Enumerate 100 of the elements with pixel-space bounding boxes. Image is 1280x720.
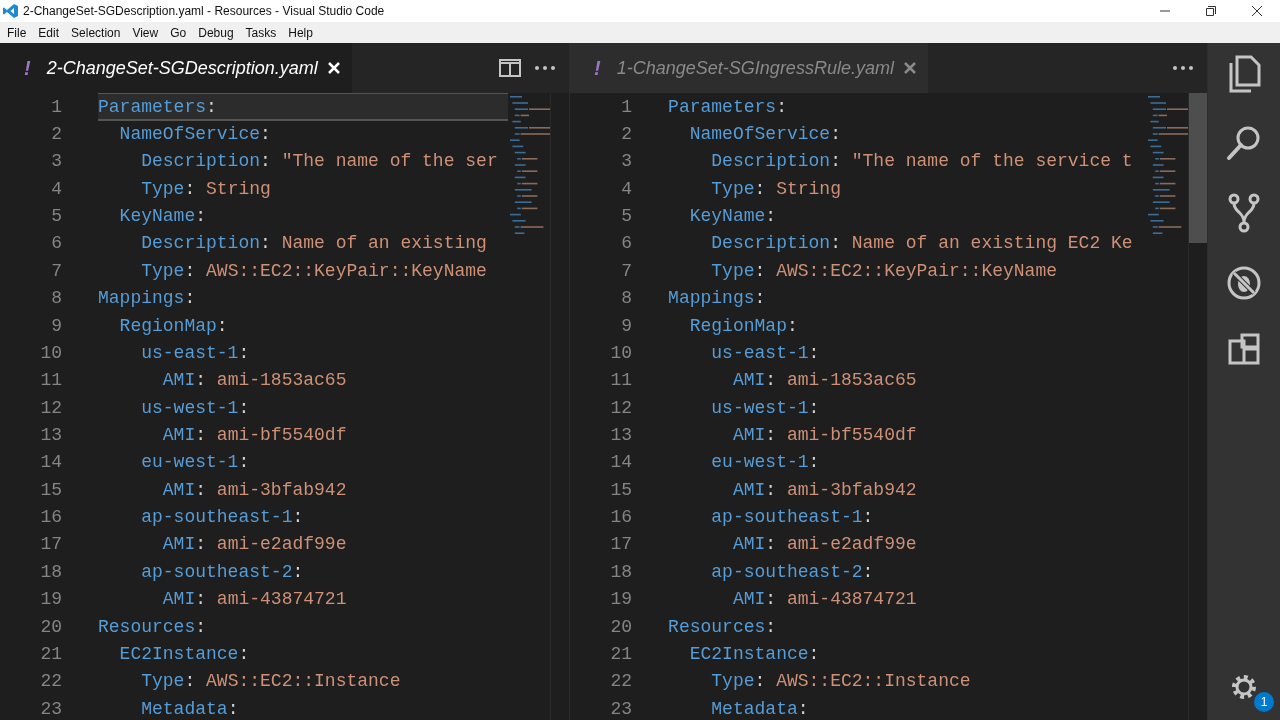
code-line: Type: AWS::EC2::Instance [140, 670, 402, 694]
code-line: Type: String [710, 177, 842, 201]
line-number: 8 [620, 288, 633, 309]
line-number: 11 [609, 370, 633, 391]
extensions-icon[interactable] [1228, 333, 1261, 365]
code-line: Type: AWS::EC2::KeyPair::KeyName [710, 259, 1058, 283]
code-line: Description: "The name of the ser [140, 150, 499, 174]
line-number: 23 [609, 698, 633, 719]
code-line: Type: String [140, 177, 272, 201]
code-line: RegionMap: [118, 314, 229, 338]
line-number: 19 [609, 589, 633, 610]
no-bug-icon[interactable] [1226, 265, 1263, 301]
code-line: ap-southeast-1: [710, 506, 875, 530]
code-line: eu-west-1: [140, 451, 251, 475]
editor-tab[interactable]: ! 1-ChangeSet-SGIngressRule.yaml [570, 43, 928, 93]
line-number: 5 [620, 206, 633, 227]
line-number: 20 [39, 616, 62, 637]
code-line: Metadata: [140, 697, 240, 720]
menu-item[interactable]: View [126, 22, 165, 43]
line-number: 7 [50, 260, 62, 281]
code-line: EC2Instance: [688, 642, 821, 666]
code-line: Resources: [98, 615, 208, 639]
code-line: eu-west-1: [710, 451, 821, 475]
menu-item[interactable]: Help [282, 22, 319, 43]
code-line: AMI: ami-bf5540df [731, 424, 918, 447]
line-number: 16 [609, 507, 633, 528]
code-line: Type: AWS::EC2::Instance [710, 670, 972, 694]
code-line: AMI: ami-1853ac65 [731, 369, 918, 393]
line-number: 18 [609, 561, 633, 582]
line-number: 13 [609, 425, 633, 445]
line-number: 6 [50, 233, 62, 254]
line-number: 10 [609, 342, 633, 363]
line-number: 17 [39, 534, 62, 555]
app-logo-icon [3, 3, 19, 19]
code-line: Description: Name of an existing [140, 232, 488, 256]
code-line: us-east-1: [140, 341, 251, 365]
line-number: 22 [39, 671, 62, 692]
code-line: Description: Name of an existing EC2 Ke [710, 232, 1134, 256]
code-line: NameOfService: [688, 123, 842, 147]
line-number: 16 [39, 507, 62, 528]
line-number: 4 [50, 178, 62, 199]
code-line: NameOfService: [118, 123, 272, 147]
code-line: AMI: ami-e2adf99e [731, 533, 918, 557]
code-line: us-west-1: [710, 396, 821, 420]
more-actions-icon[interactable] [535, 66, 556, 70]
line-number: 17 [609, 534, 633, 555]
code-line: AMI: ami-bf5540df [161, 424, 348, 447]
code-line: us-west-1: [140, 396, 251, 420]
code-line: Mappings: [98, 287, 197, 311]
scrollbar-thumb[interactable] [1189, 93, 1208, 243]
code-line: Description: "The name of the service t [710, 150, 1134, 174]
line-number: 7 [620, 260, 633, 281]
line-number: 13 [39, 425, 62, 445]
line-number: 5 [50, 206, 62, 227]
code-line: Type: AWS::EC2::KeyPair::KeyName [140, 259, 488, 283]
line-number: 2 [620, 124, 633, 145]
line-number: 15 [39, 479, 62, 500]
code-line: RegionMap: [688, 314, 799, 338]
split-editor-icon[interactable] [499, 59, 522, 77]
line-number: 15 [609, 479, 633, 500]
code-line: us-east-1: [710, 341, 821, 365]
code-line: AMI: ami-43874721 [731, 588, 918, 612]
code-line: EC2Instance: [118, 642, 251, 666]
line-number: 14 [609, 452, 633, 473]
menu-item[interactable]: Edit [32, 22, 66, 43]
code-line: Metadata: [710, 697, 810, 720]
menu-item[interactable]: Selection [65, 22, 127, 43]
code-line: ap-southeast-2: [140, 560, 305, 584]
more-actions-icon[interactable] [1173, 66, 1194, 70]
notification-badge: 1 [1254, 692, 1274, 712]
source-control-icon[interactable] [1228, 193, 1261, 233]
window-title: 2-ChangeSet-SGDescription.yaml - Resources - Visual Studio Code [23, 4, 386, 18]
menu-item[interactable]: Tasks [239, 22, 283, 43]
menu-item[interactable]: Debug [192, 22, 240, 43]
editor-tab[interactable]: ! 2-ChangeSet-SGDescription.yaml [0, 43, 352, 93]
line-number: 1 [620, 96, 633, 117]
menu-item[interactable]: File [1, 22, 33, 43]
line-number: 3 [620, 151, 633, 172]
code-line: AMI: ami-3bfab942 [161, 478, 348, 502]
code-line: Mappings: [668, 287, 767, 311]
line-number: 14 [39, 452, 62, 473]
code-line: AMI: ami-e2adf99e [161, 533, 348, 557]
menu-item[interactable]: Go [164, 22, 193, 43]
line-number: 12 [39, 397, 62, 418]
line-number: 2 [50, 124, 62, 145]
line-number: 1 [50, 96, 62, 117]
line-number: 21 [609, 643, 633, 664]
line-number: 11 [39, 370, 62, 391]
line-number: 4 [620, 178, 633, 199]
files-icon[interactable] [1227, 55, 1262, 93]
restore-icon [1206, 6, 1216, 16]
code-line: AMI: ami-1853ac65 [161, 369, 348, 393]
line-number: 6 [620, 233, 633, 254]
line-number: 20 [609, 616, 633, 637]
line-number: 3 [50, 151, 62, 172]
line-number: 19 [39, 589, 62, 610]
close-icon [1252, 6, 1262, 16]
code-line: KeyName: [688, 205, 778, 229]
line-number: 18 [39, 561, 62, 582]
code-line: Resources: [668, 615, 778, 639]
